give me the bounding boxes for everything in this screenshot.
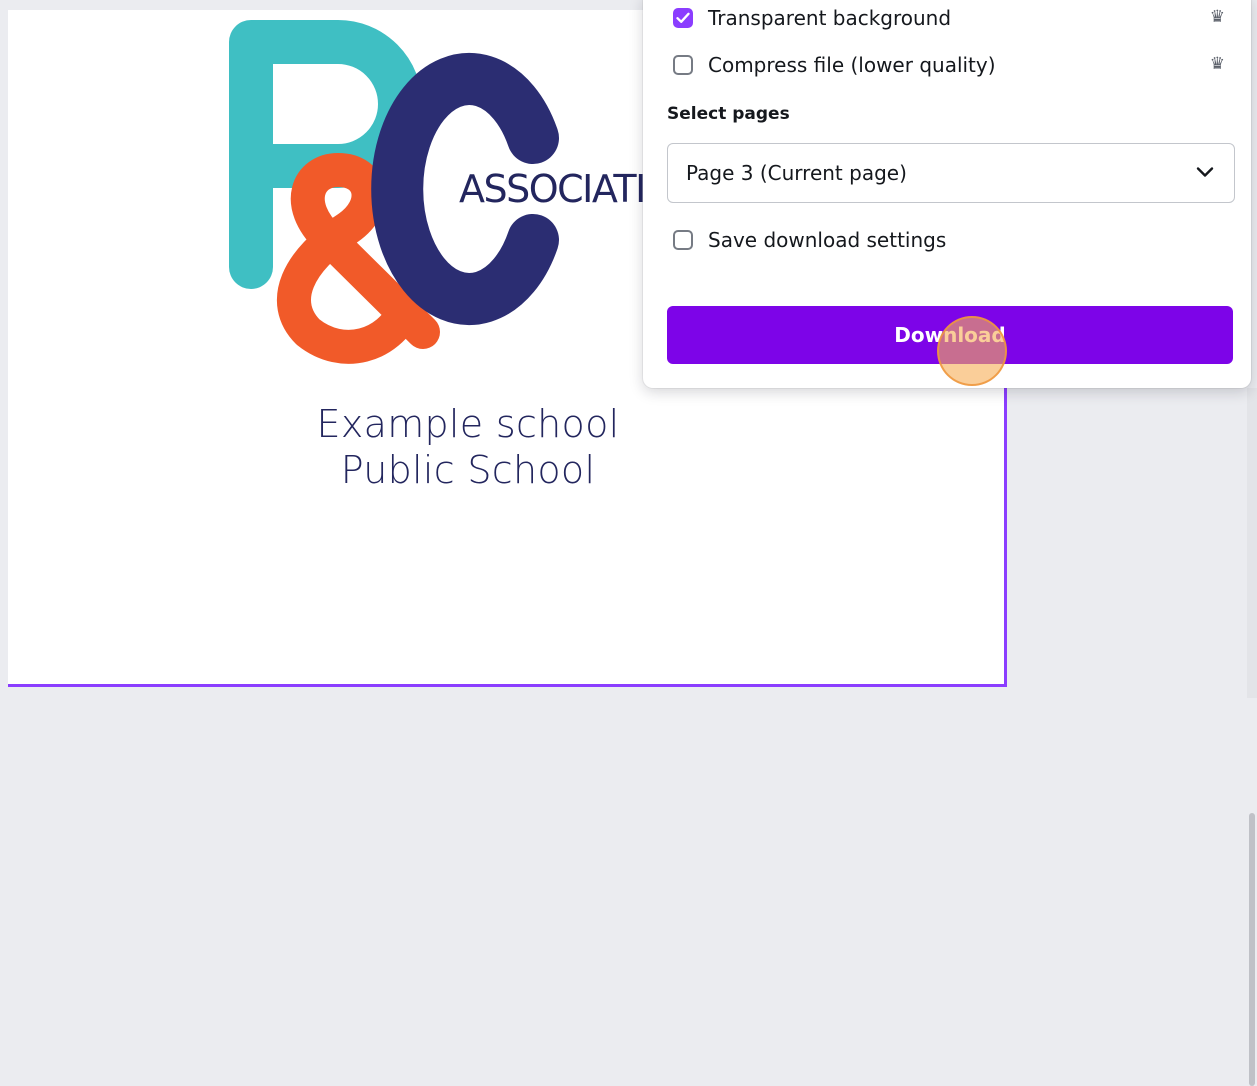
save-download-settings-option[interactable]: Save download settings xyxy=(673,227,946,253)
save-settings-checkbox[interactable] xyxy=(673,230,693,250)
crown-icon: ♛ xyxy=(1209,54,1225,74)
compress-file-checkbox[interactable] xyxy=(673,55,693,75)
select-pages-label: Select pages xyxy=(667,104,790,124)
school-name-line-1[interactable]: Example school xyxy=(228,402,708,446)
check-icon xyxy=(676,12,690,23)
vertical-scrollbar[interactable] xyxy=(1247,388,1257,1086)
compress-file-option[interactable]: Compress file (lower quality) xyxy=(673,52,996,78)
scrollbar-thumb[interactable] xyxy=(1249,813,1255,1086)
page-select-dropdown[interactable]: Page 3 (Current page) xyxy=(667,143,1235,203)
transparent-background-option[interactable]: Transparent background xyxy=(673,5,951,31)
click-highlight-marker xyxy=(937,316,1007,386)
transparent-background-checkbox[interactable] xyxy=(673,8,693,28)
compress-file-label: Compress file (lower quality) xyxy=(708,53,996,77)
crown-icon: ♛ xyxy=(1209,7,1225,27)
school-name-line-2[interactable]: Public School xyxy=(228,448,708,492)
logo-wordmark: ASSOCIATIO xyxy=(459,167,673,211)
chevron-down-icon xyxy=(1196,167,1214,177)
page-select-value: Page 3 (Current page) xyxy=(686,161,907,185)
save-settings-label: Save download settings xyxy=(708,228,947,252)
transparent-background-label: Transparent background xyxy=(708,6,952,30)
